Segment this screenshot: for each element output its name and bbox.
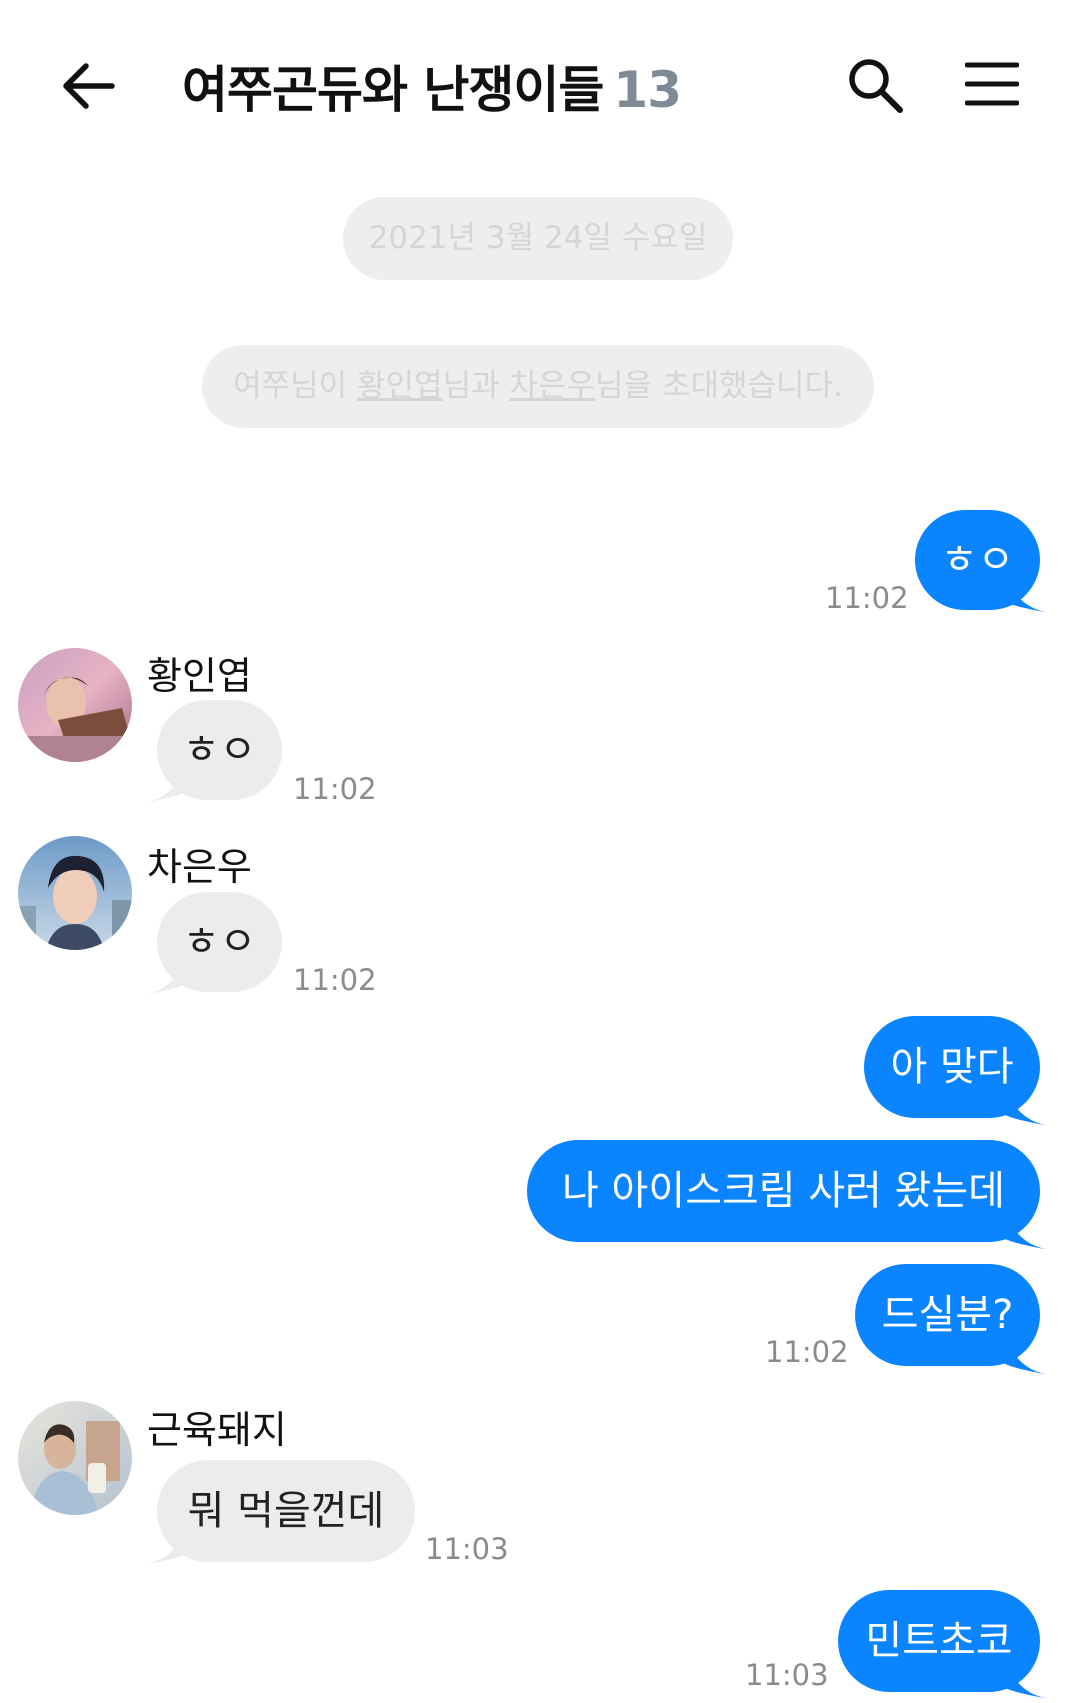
hamburger-menu-icon[interactable] (965, 60, 1019, 108)
search-icon[interactable] (845, 55, 905, 115)
sent-message-bubble[interactable]: 드실분? (855, 1264, 1040, 1366)
avatar[interactable] (18, 1401, 132, 1515)
message-time: 11:03 (425, 1532, 509, 1566)
sender-name: 차은우 (147, 845, 252, 889)
sender-name: 황인엽 (147, 654, 252, 698)
message-time: 11:02 (825, 581, 909, 615)
received-message-bubble[interactable]: 뭐 먹을껀데 (157, 1460, 415, 1562)
avatar[interactable] (18, 836, 132, 950)
chat-header: 여쭈곤듀와 난쟁이들 13 (0, 0, 1080, 170)
invite-notice: 여쭈님이 황인엽님과 차은우님을 초대했습니다. (202, 345, 874, 428)
invited-user-link[interactable]: 황인엽 (357, 368, 443, 404)
received-message-bubble[interactable]: ㅎㅇ (157, 700, 282, 800)
message-time: 11:02 (765, 1335, 849, 1369)
message-time: 11:02 (293, 963, 377, 997)
sent-message-bubble[interactable]: 민트초코 (838, 1590, 1040, 1692)
date-divider: 2021년 3월 24일 수요일 (343, 197, 733, 280)
back-arrow-icon[interactable] (60, 58, 116, 114)
message-time: 11:02 (293, 772, 377, 806)
sent-message-bubble[interactable]: 나 아이스크림 사러 왔는데 (527, 1140, 1040, 1242)
received-message-bubble[interactable]: ㅎㅇ (157, 892, 282, 992)
invite-suffix: 님을 초대했습니다. (595, 368, 843, 404)
invited-user-link[interactable]: 차은우 (509, 368, 595, 404)
invite-mid: 님과 (442, 368, 510, 404)
sent-message-bubble[interactable]: ㅎㅇ (915, 510, 1040, 610)
message-time: 11:03 (745, 1658, 829, 1692)
chat-room-name: 여쭈곤듀와 난쟁이들 (182, 61, 604, 119)
chat-title: 여쭈곤듀와 난쟁이들 13 (182, 50, 682, 122)
member-count: 13 (613, 61, 682, 119)
sender-name: 근육돼지 (147, 1408, 287, 1452)
sent-message-bubble[interactable]: 아 맞다 (864, 1016, 1040, 1118)
invite-prefix: 여쭈님이 (233, 368, 358, 404)
avatar[interactable] (18, 648, 132, 762)
